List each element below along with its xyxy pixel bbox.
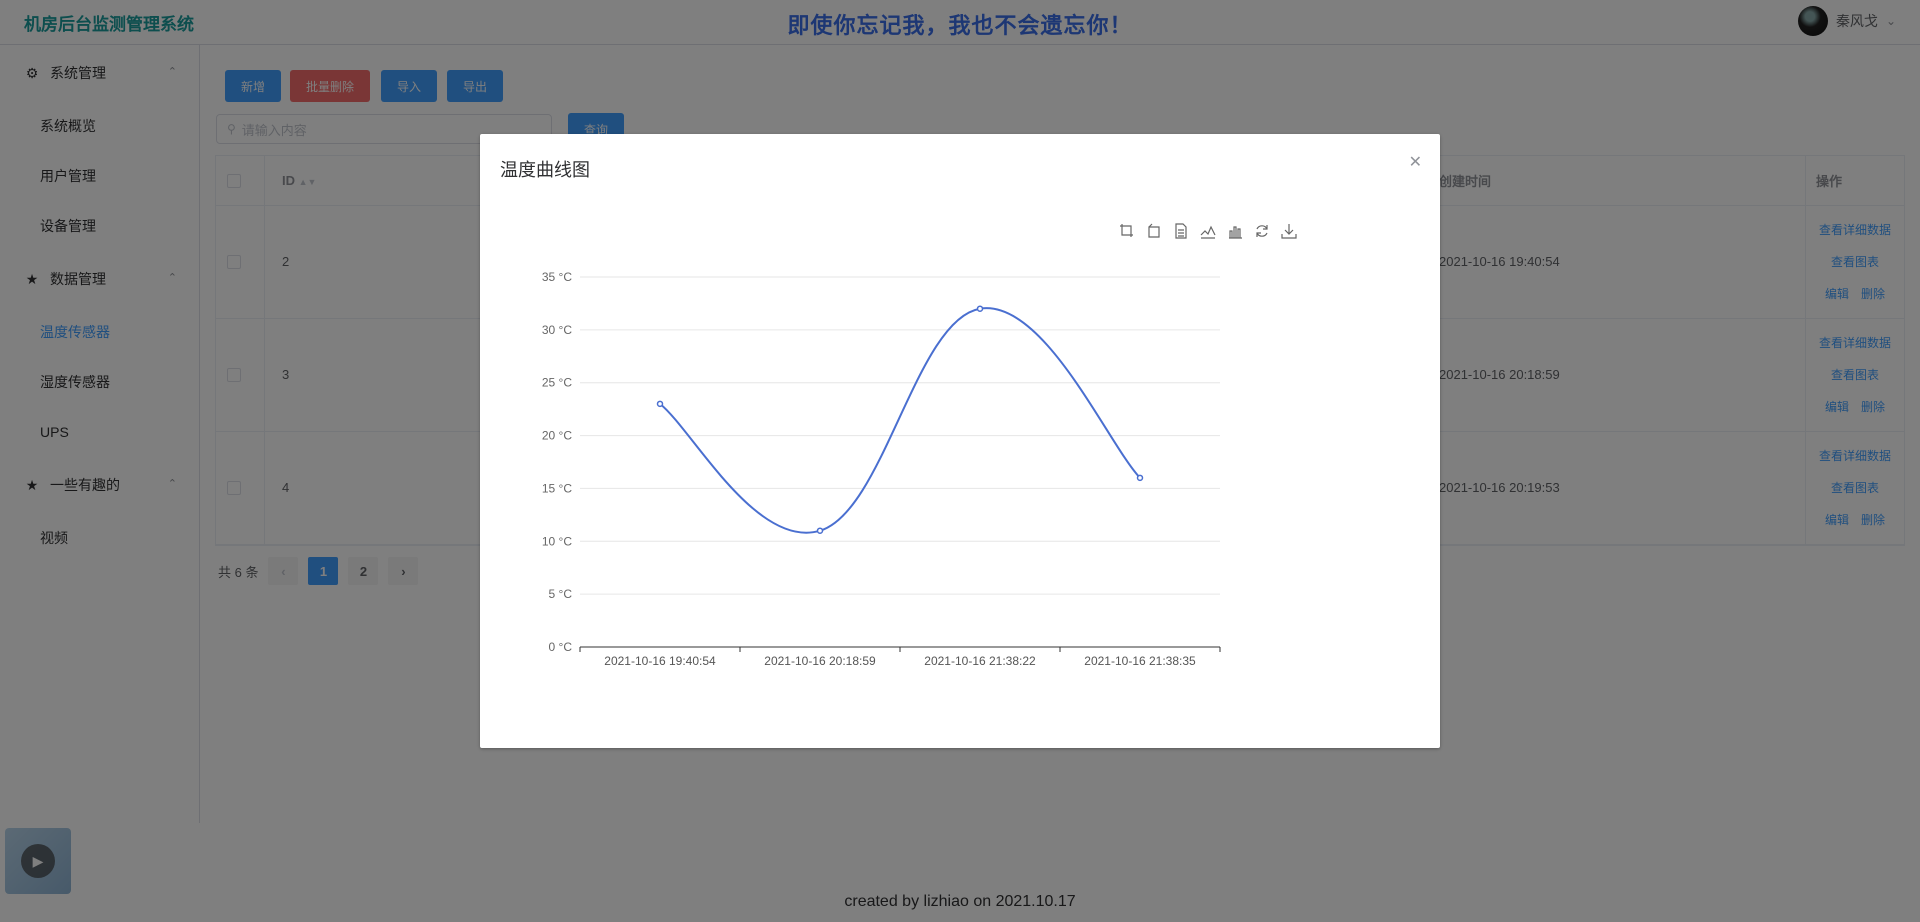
x-tick-label: 2021-10-16 21:38:22 (924, 654, 1036, 668)
x-tick-label: 2021-10-16 21:38:35 (1084, 654, 1196, 668)
y-tick-label: 20 °C (542, 429, 572, 443)
chart-dialog: 温度曲线图 ✕ 0 °C 5 °C 10 °C 15 °C 20 °C 25 °C 30 °… (480, 134, 1440, 748)
y-tick-label: 35 °C (542, 270, 572, 284)
data-point (816, 527, 824, 534)
data-point (656, 400, 664, 408)
y-tick-label: 5 °C (549, 587, 573, 601)
x-tick-label: 2021-10-16 20:18:59 (764, 654, 876, 668)
y-tick-label: 15 °C (542, 481, 572, 495)
data-point (976, 305, 984, 312)
series-line (659, 307, 1141, 534)
temperature-line-chart: 0 °C 5 °C 10 °C 15 °C 20 °C 25 °C 30 °C 35 °C 20… (542, 270, 1221, 668)
y-tick-label: 25 °C (542, 376, 572, 390)
y-tick-label: 10 °C (542, 534, 572, 548)
x-tick-label: 2021-10-16 19:40:54 (604, 654, 716, 668)
y-tick-label: 30 °C (542, 323, 572, 337)
data-point (1136, 474, 1144, 482)
y-tick-label: 0 °C (549, 640, 573, 654)
